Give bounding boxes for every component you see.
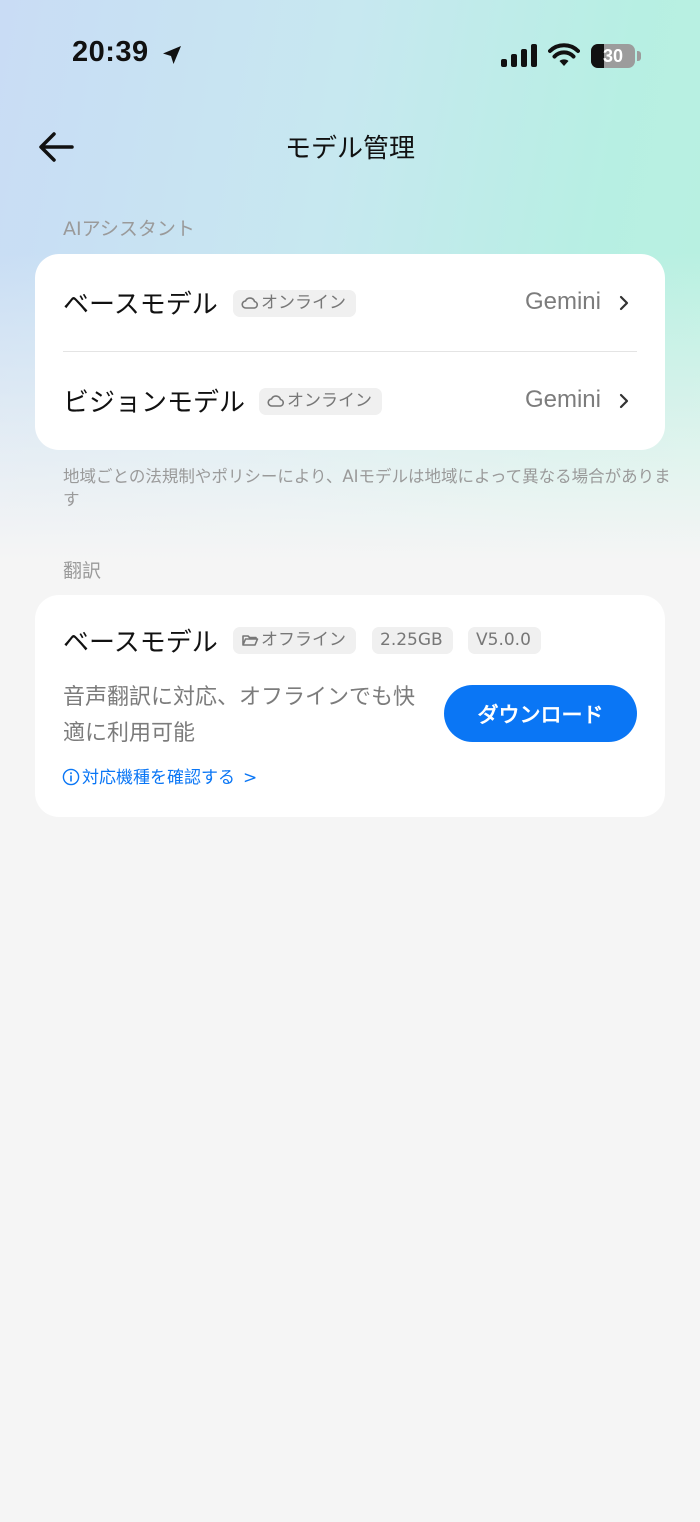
battery-icon: 30 bbox=[591, 44, 635, 68]
battery-cap bbox=[637, 51, 641, 61]
check-supported-devices-link[interactable]: 対応機種を確認する > bbox=[62, 763, 257, 788]
badge-label: オンライン bbox=[261, 293, 346, 313]
size-badge: 2.25GB bbox=[372, 627, 453, 654]
section-label-translation: 翻訳 bbox=[63, 560, 102, 582]
cloud-icon bbox=[267, 395, 284, 407]
location-arrow-icon bbox=[163, 46, 181, 64]
chevron-right-icon bbox=[619, 295, 629, 311]
page-title: モデル管理 bbox=[284, 134, 415, 164]
download-button[interactable]: ダウンロード bbox=[444, 685, 637, 742]
badge-label: オンライン bbox=[287, 391, 372, 411]
badge-label: オフライン bbox=[261, 630, 346, 650]
battery-level: 30 bbox=[602, 46, 624, 66]
wifi-icon bbox=[548, 43, 580, 66]
folder-icon bbox=[242, 635, 259, 646]
navigation-bar: モデル管理 bbox=[0, 110, 700, 182]
info-icon bbox=[62, 768, 80, 786]
row-title: ビジョンモデル bbox=[63, 388, 246, 418]
ai-assistant-card: ベースモデル オンライン Gemini ビジョンモデル オンライン Gemini bbox=[35, 254, 665, 450]
row-value: Gemini bbox=[524, 386, 601, 413]
version-badge: V5.0.0 bbox=[468, 627, 541, 654]
region-note: 地域ごとの法規制やポリシーにより、AIモデルは地域によって異なる場合があります bbox=[63, 467, 671, 509]
offline-badge: オフライン bbox=[233, 627, 356, 654]
translation-model-description: 音声翻訳に対応、オフラインでも快適に利用可能 bbox=[63, 685, 416, 746]
cellular-signal-icon bbox=[501, 44, 537, 67]
section-label-ai-assistant: AIアシスタント bbox=[63, 218, 195, 240]
vision-model-row[interactable]: ビジョンモデル オンライン Gemini bbox=[35, 352, 665, 450]
status-bar: 20:39 30 bbox=[0, 0, 700, 110]
base-model-row[interactable]: ベースモデル オンライン Gemini bbox=[35, 254, 665, 352]
translation-model-title: ベースモデル bbox=[63, 628, 218, 658]
online-badge: オンライン bbox=[259, 388, 382, 415]
row-title: ベースモデル bbox=[63, 290, 218, 320]
check-link-label: 対応機種を確認する bbox=[82, 768, 235, 788]
status-time: 20:39 bbox=[72, 36, 149, 68]
online-badge: オンライン bbox=[233, 290, 356, 317]
chevron-right-icon bbox=[619, 393, 629, 409]
row-value: Gemini bbox=[524, 288, 601, 315]
translation-model-card: ベースモデル オフライン 2.25GB V5.0.0 音声翻訳に対応、オフライン… bbox=[35, 595, 665, 817]
check-link-arrow: > bbox=[243, 768, 258, 788]
cloud-icon bbox=[241, 297, 258, 309]
